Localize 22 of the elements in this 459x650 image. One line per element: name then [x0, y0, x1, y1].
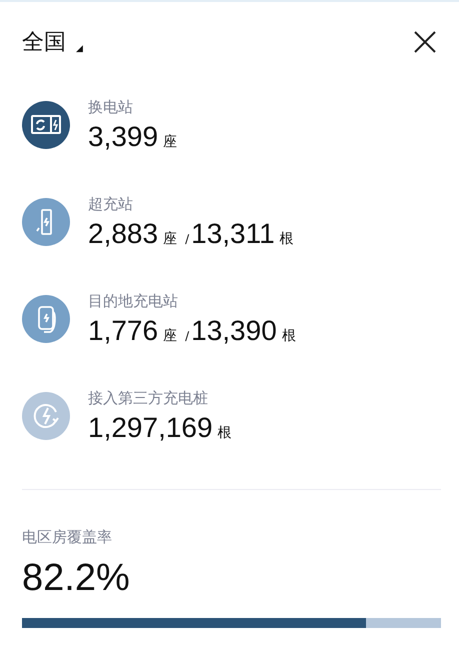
- separator: /: [185, 328, 190, 342]
- pile-count: 13,390: [191, 314, 277, 346]
- unit-label: 根: [282, 326, 296, 344]
- unit-label: 根: [218, 424, 232, 442]
- station-label: 接入第三方充电桩: [88, 388, 209, 408]
- separator: /: [185, 232, 190, 246]
- pile-count: 13,311: [191, 218, 275, 250]
- close-icon[interactable]: [413, 30, 437, 54]
- region-dropdown[interactable]: 全国 ◢: [22, 27, 83, 57]
- unit-label: 座: [163, 132, 178, 150]
- unit-label: 座: [163, 326, 178, 344]
- station-label: 超充站: [88, 194, 134, 214]
- unit-label: 座: [163, 230, 178, 248]
- station-count: 1,776: [88, 314, 158, 346]
- coverage-label: 电区房覆盖率: [22, 528, 113, 547]
- station-count: 3,399: [88, 120, 158, 152]
- unit-label: 根: [280, 230, 294, 248]
- station-count: 1,297,169: [88, 412, 213, 444]
- coverage-value: 82.2%: [22, 557, 131, 600]
- station-count: 2,883: [88, 218, 158, 250]
- station-label: 换电站: [88, 98, 134, 116]
- station-label: 目的地充电站: [88, 292, 179, 310]
